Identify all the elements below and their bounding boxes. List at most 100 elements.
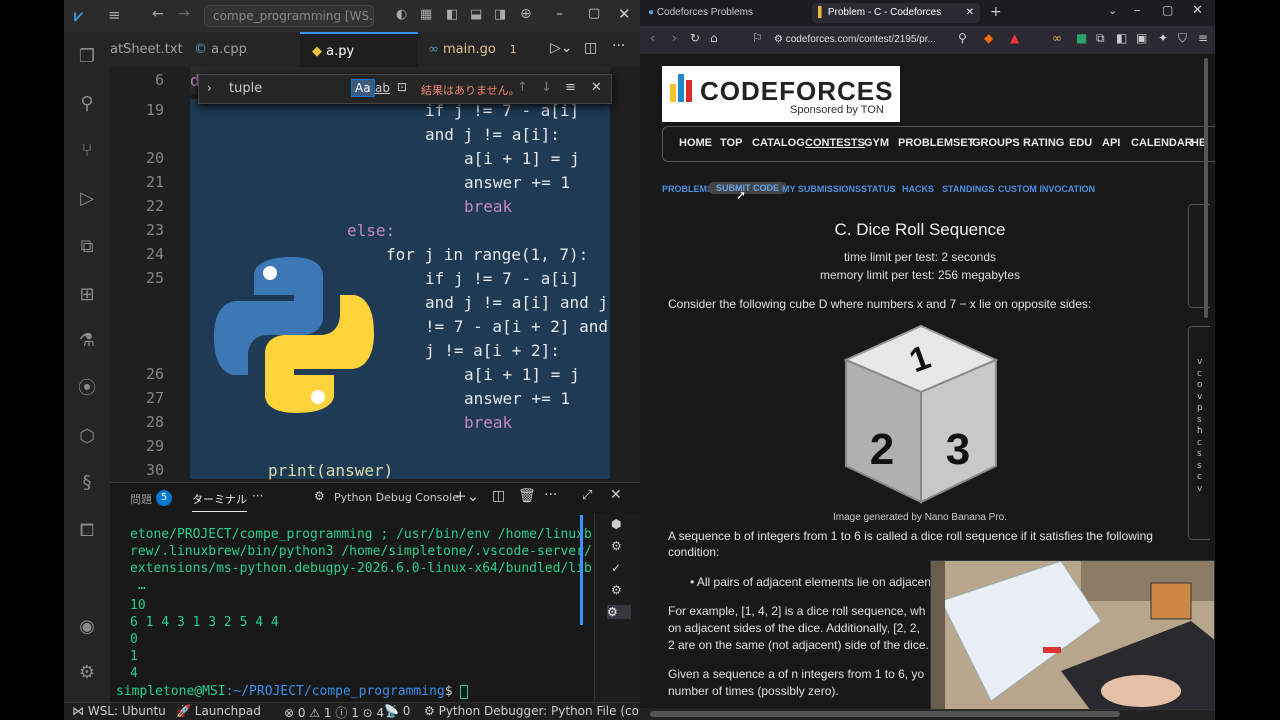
back-arrow-icon[interactable]: ← — [152, 6, 164, 22]
browser-tab-problems[interactable]: ● Codeforces Problems — [648, 3, 808, 23]
menu-api[interactable]: API — [1102, 127, 1120, 159]
containers-icon[interactable]: ⬡ — [76, 426, 98, 448]
terminal-scrollbar[interactable] — [580, 515, 583, 625]
tree-view-icon[interactable]: ⧠ — [76, 520, 98, 542]
whole-word-toggle[interactable]: ab — [375, 81, 390, 95]
horizontal-scroll-thumb[interactable] — [650, 711, 1120, 717]
toggle-panel-icon[interactable]: ⬓ — [470, 7, 482, 22]
extensions-puzzle-icon[interactable]: ⧉ — [1096, 31, 1105, 46]
toggle-replace-chevron-icon[interactable]: › — [207, 81, 212, 95]
vpn-icon[interactable]: ⛉ — [1178, 31, 1187, 46]
terminal-name[interactable]: Python Debug Console — [334, 491, 459, 504]
browser-tab-active[interactable]: ▌ Problem - C - Codeforces ✕ — [812, 3, 980, 23]
menu-top[interactable]: TOP — [720, 127, 742, 159]
new-tab-icon[interactable]: + — [990, 4, 1002, 20]
tab-cheatsheet[interactable]: atSheet.txt — [110, 32, 183, 67]
explorer-icon[interactable]: ❐ — [76, 46, 98, 68]
reload-icon[interactable]: ↻ — [690, 31, 700, 45]
browser-menu-icon[interactable]: ≡ — [1198, 31, 1208, 45]
find-input[interactable]: tuple — [229, 81, 262, 96]
bookmark-icon[interactable]: ⚐ — [752, 31, 763, 45]
tab-main-go[interactable]: ∞ main.go 1 — [428, 32, 538, 67]
debug-terminal-icon[interactable]: ⚙ — [611, 539, 622, 553]
remote-indicator[interactable]: ⋈ WSL: Ubuntu — [72, 704, 166, 718]
extension-icon[interactable]: ■ — [1076, 31, 1087, 45]
back-icon[interactable]: ‹ — [650, 31, 655, 45]
submenu-hacks[interactable]: HACKS — [902, 184, 934, 194]
submenu-my-submissions[interactable]: MY SUBMISSIONS — [782, 184, 861, 194]
terminal-shell-icon[interactable]: ⬢ — [611, 517, 621, 531]
submenu-problems[interactable]: PROBLEMS — [662, 184, 713, 194]
rewards-icon[interactable]: ▲ — [1010, 31, 1019, 45]
testing-icon[interactable]: ⚗ — [76, 330, 98, 352]
tab-terminal[interactable]: ターミナル — [192, 491, 247, 512]
regex-toggle-icon[interactable]: ⊡ — [397, 80, 407, 94]
next-match-icon[interactable]: ↓ — [541, 80, 552, 95]
settings-gear-icon[interactable]: ⚙ — [76, 662, 98, 684]
toggle-aux-icon[interactable]: ◨ — [494, 7, 506, 22]
split-editor-icon[interactable]: ◫ — [584, 40, 597, 56]
menu-groups[interactable]: GROUPS — [972, 127, 1020, 159]
remote-explorer-icon[interactable]: ⧉ — [76, 236, 98, 258]
problems-status[interactable]: ⊗ 0 ⚠ 1 ⓘ 1 ⊙ 4 — [284, 704, 384, 720]
brave-shield-icon[interactable]: ◆ — [984, 31, 993, 45]
browser-minimize-icon[interactable]: – — [1134, 3, 1141, 18]
close-tab-icon[interactable]: ✕ — [966, 3, 974, 23]
tab-a-py[interactable]: ◆ a.py — [300, 32, 418, 67]
code-editor[interactable]: 6 d 19 if j != 7 - a[i] and j != a[i]: 2… — [110, 67, 640, 482]
trash-icon[interactable]: 🗑 — [518, 488, 536, 504]
account-icon[interactable]: ◉ — [76, 616, 98, 638]
split-terminal-icon[interactable]: ◫ — [492, 488, 505, 504]
toggle-sidebar-icon[interactable]: ◧ — [446, 7, 458, 22]
codeforces-logo[interactable]: CODEFORCES Sponsored by TON — [662, 66, 900, 122]
launchpad-item[interactable]: 🚀 Launchpad — [176, 704, 261, 718]
maximize-panel-icon[interactable]: ⤢ — [582, 488, 592, 503]
debug-terminal-icon[interactable]: ⚙ — [611, 583, 622, 597]
close-find-icon[interactable]: ✕ — [591, 80, 602, 95]
close-panel-icon[interactable]: ✕ — [610, 487, 622, 503]
minimize-icon[interactable]: – — [556, 6, 563, 22]
page-scrollbar[interactable] — [1204, 58, 1208, 318]
menu-gym[interactable]: GYM — [864, 127, 889, 159]
python-debugger-status[interactable]: ⚙ Python Debugger: Python File (compe — [424, 704, 640, 718]
match-case-toggle[interactable]: Aa — [351, 79, 375, 97]
python-icon[interactable]: § — [76, 472, 98, 494]
tab-problems[interactable]: 問題 — [130, 491, 152, 507]
run-icon[interactable]: ▷⌄ — [550, 40, 573, 56]
close-icon[interactable]: ✕ — [618, 5, 631, 23]
source-control-icon[interactable]: ⑂ — [76, 140, 98, 162]
previous-match-icon[interactable]: ↑ — [517, 80, 528, 95]
address-bar[interactable]: ⚙ codeforces.com/contest/2195/pr... — [774, 30, 984, 50]
debug-terminal-active-icon[interactable]: ⚙ — [607, 605, 631, 619]
search-icon[interactable]: ⚲ — [76, 93, 98, 115]
extension-icon[interactable]: ∞ — [1052, 31, 1062, 45]
browser-close-icon[interactable]: ✕ — [1192, 3, 1203, 18]
more-actions-icon[interactable]: ··· — [612, 38, 625, 54]
submenu-custom-invocation[interactable]: CUSTOM INVOCATION — [998, 184, 1095, 194]
command-center-search[interactable]: compe_programming [WS... — [204, 5, 374, 27]
extensions-icon[interactable]: ⊞ — [76, 284, 98, 306]
menu-icon[interactable]: ≡ — [108, 6, 121, 24]
home-icon[interactable]: ⌂ — [710, 31, 718, 45]
menu-contests[interactable]: CONTESTS — [805, 127, 865, 159]
ports-status[interactable]: 📡 0 — [384, 704, 410, 718]
run-debug-icon[interactable]: ▷ — [76, 188, 98, 210]
check-icon[interactable]: ✓ — [611, 561, 621, 575]
zoom-icon[interactable]: ⚲ — [958, 31, 967, 45]
submenu-submit-code[interactable]: SUBMIT CODE — [708, 182, 787, 194]
sidebar-icon[interactable]: ◧ — [1116, 31, 1127, 45]
leo-icon[interactable]: ✦ — [1158, 31, 1168, 45]
forward-icon[interactable]: › — [672, 31, 677, 45]
new-terminal-icon[interactable]: +⌄ — [454, 487, 479, 505]
git-graph-icon[interactable]: ⦿ — [76, 378, 98, 400]
menu-problemset[interactable]: PROBLEMSET — [898, 127, 974, 159]
tab-a-cpp[interactable]: © a.cpp — [194, 32, 294, 67]
find-in-selection-icon[interactable]: ≡ — [565, 80, 576, 95]
menu-catalog[interactable]: CATALOG — [752, 127, 805, 159]
submenu-status[interactable]: STATUS — [861, 184, 896, 194]
menu-calendar[interactable]: CALENDAR — [1131, 127, 1193, 159]
copilot-icon[interactable]: ◐ — [396, 7, 407, 22]
menu-edu[interactable]: EDU — [1069, 127, 1092, 159]
wallet-icon[interactable]: ▣ — [1136, 31, 1147, 45]
forward-arrow-icon[interactable]: → — [178, 6, 190, 22]
